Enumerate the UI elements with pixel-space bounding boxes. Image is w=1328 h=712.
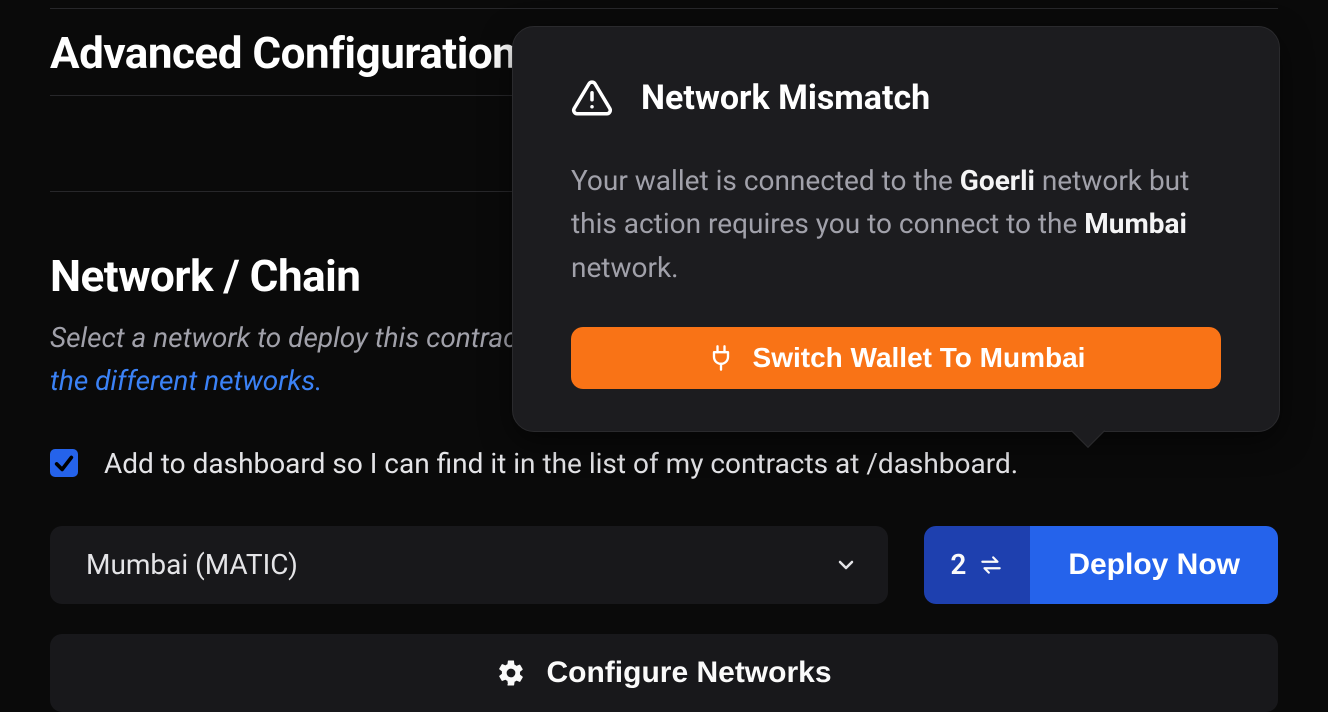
switch-wallet-label: Switch Wallet To Mumbai: [753, 342, 1086, 374]
network-select-value: Mumbai (MATIC): [86, 548, 298, 581]
configure-networks-button[interactable]: Configure Networks: [50, 634, 1278, 712]
popover-message: Your wallet is connected to the Goerli n…: [571, 159, 1221, 289]
transaction-count: 2: [950, 548, 966, 581]
add-to-dashboard-checkbox[interactable]: [50, 449, 78, 477]
checkmark-icon: [53, 452, 75, 474]
swap-icon: [978, 552, 1004, 578]
network-select[interactable]: Mumbai (MATIC): [50, 526, 888, 604]
configure-networks-label: Configure Networks: [546, 656, 831, 690]
switch-wallet-button[interactable]: Switch Wallet To Mumbai: [571, 327, 1221, 389]
warning-triangle-icon: [571, 77, 613, 119]
add-to-dashboard-label: Add to dashboard so I can find it in the…: [104, 447, 1018, 480]
deploy-now-button[interactable]: Deploy Now: [1030, 526, 1278, 604]
plug-icon: [707, 344, 735, 372]
network-mismatch-popover: Network Mismatch Your wallet is connecte…: [512, 26, 1280, 432]
popover-title: Network Mismatch: [641, 78, 930, 118]
chevron-down-icon: [834, 553, 858, 577]
gear-icon: [496, 658, 526, 688]
transaction-count-badge: 2: [924, 526, 1030, 604]
